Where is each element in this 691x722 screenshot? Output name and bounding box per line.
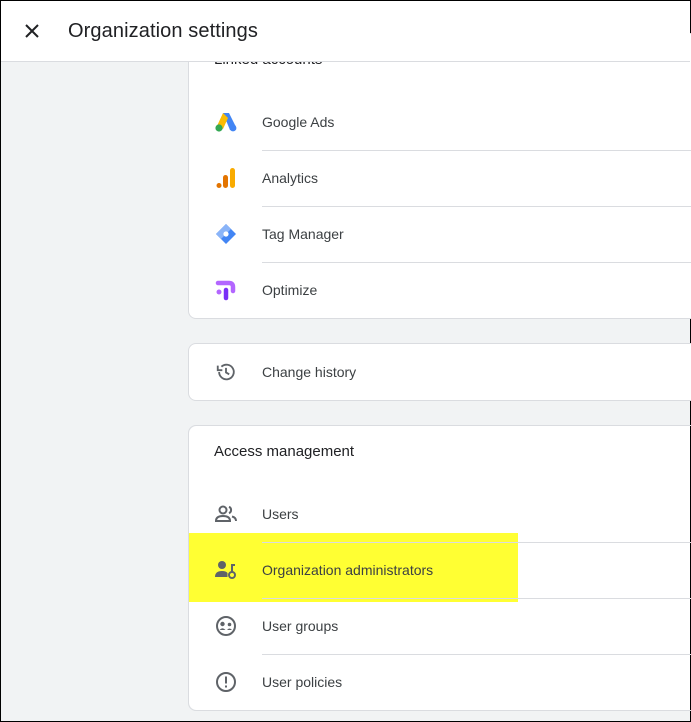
list-item-optimize[interactable]: Optimize (189, 262, 691, 318)
access-management-title: Access management (214, 443, 355, 460)
list-item-users[interactable]: Users (189, 486, 691, 542)
list-item-label: Tag Manager (262, 226, 344, 242)
google-ads-icon (214, 110, 238, 134)
analytics-icon (214, 166, 238, 190)
access-management-card: Access management Users Organization adm… (188, 425, 691, 711)
top-app-bar: Organization settings (1, 1, 690, 62)
close-button[interactable] (20, 19, 44, 43)
list-item-change-history[interactable]: Change history (189, 344, 691, 400)
page-title: Organization settings (68, 19, 258, 42)
list-item-organization-administrators[interactable]: Organization administrators (189, 542, 691, 598)
tag-manager-icon (214, 222, 238, 246)
policy-alert-icon (214, 670, 238, 694)
list-item-label: Google Ads (262, 114, 335, 130)
history-icon (214, 360, 238, 384)
list-item-analytics[interactable]: Analytics (189, 150, 691, 206)
admin-key-icon (214, 558, 238, 582)
linked-accounts-card: Linked accounts Google Ads Analytics (188, 33, 691, 319)
list-item-label: Analytics (262, 170, 319, 186)
list-item-label: Optimize (262, 282, 318, 298)
close-icon (25, 24, 39, 38)
list-item-google-ads[interactable]: Google Ads (189, 94, 691, 150)
change-history-card: Change history (188, 343, 691, 401)
list-item-user-policies[interactable]: User policies (189, 654, 691, 710)
list-item-label: Change history (262, 364, 357, 380)
optimize-icon (214, 278, 238, 302)
list-item-tag-manager[interactable]: Tag Manager (189, 206, 691, 262)
users-icon (214, 502, 238, 526)
user-groups-icon (214, 614, 238, 638)
list-item-label: Users (262, 506, 299, 522)
list-item-label: Organization administrators (262, 562, 434, 578)
list-item-user-groups[interactable]: User groups (189, 598, 691, 654)
list-item-label: User groups (262, 618, 339, 634)
list-item-label: User policies (262, 674, 343, 690)
